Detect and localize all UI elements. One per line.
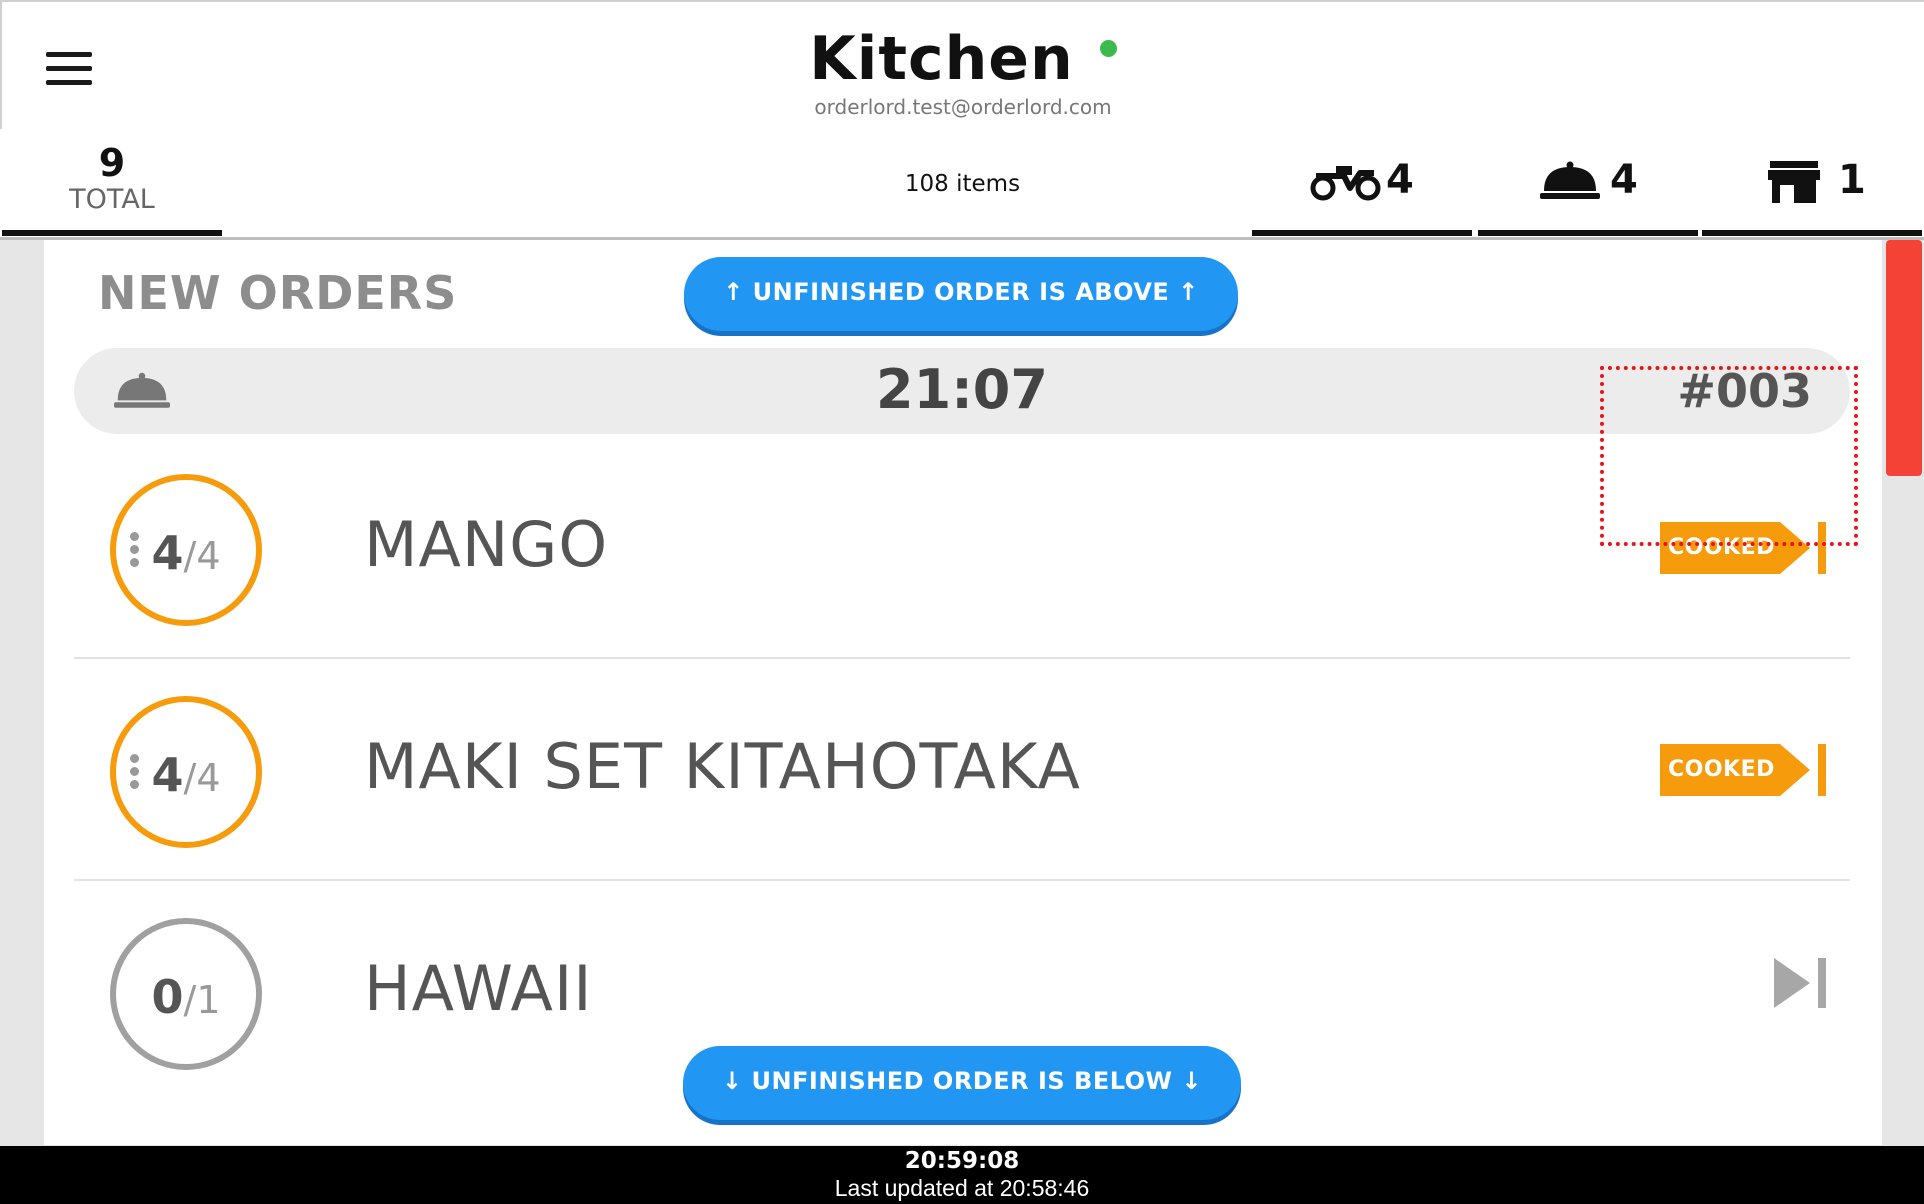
item-progress: 4/4 <box>116 748 256 802</box>
user-email: orderlord.test@orderlord.com <box>814 95 1112 119</box>
item-total-count: /4 <box>183 534 221 578</box>
storefront-icon <box>1768 161 1820 203</box>
items-count: 108 items <box>904 171 1021 197</box>
order-item-row: 4/4 MAKI SET KITAHOTAKA COOKED <box>74 658 1850 881</box>
top-app-bar: Kitchen orderlord.test@orderlord.com <box>0 0 1924 131</box>
order-header[interactable]: 21:07 #003 <box>74 348 1850 434</box>
delivery-count: 4 <box>1386 157 1414 203</box>
order-item-row: 4/4 MANGO COOKED <box>74 436 1850 659</box>
total-count: 9 <box>98 141 126 185</box>
item-name: MANGO <box>364 508 609 581</box>
item-total-count: /1 <box>183 978 221 1022</box>
scrollbar-thumb[interactable] <box>1886 240 1922 476</box>
cooked-button[interactable]: COOKED <box>1660 522 1828 574</box>
item-progress: 4/4 <box>116 526 256 580</box>
scooter-icon <box>1310 166 1381 201</box>
scroll-down-button[interactable]: ↓ UNFINISHED ORDER IS BELOW ↓ <box>683 1046 1241 1120</box>
total-label: TOTAL <box>69 184 155 215</box>
item-name: HAWAII <box>364 952 593 1025</box>
section-title: NEW ORDERS <box>98 266 458 320</box>
item-progress-ring[interactable]: 4/4 <box>110 696 262 848</box>
tab-takeaway[interactable]: 1 <box>1702 129 1922 236</box>
item-progress-ring[interactable]: 0/1 <box>110 918 262 1070</box>
cooked-bar <box>1818 522 1826 574</box>
item-total-count: /4 <box>183 756 221 800</box>
title-wrap: Kitchen <box>2 22 1924 96</box>
online-status-dot <box>1099 40 1117 57</box>
cooked-bar <box>1818 744 1826 796</box>
tab-dine-in[interactable]: 4 <box>1478 129 1698 236</box>
dish-cloche-icon <box>1540 161 1600 199</box>
cooked-label: COOKED <box>1668 757 1775 782</box>
scroll-up-button[interactable]: ↑ UNFINISHED ORDER IS ABOVE ↑ <box>684 257 1238 331</box>
item-done-count: 0 <box>151 970 184 1024</box>
cooked-button[interactable]: COOKED <box>1660 744 1828 796</box>
skip-forward-icon[interactable] <box>1774 956 1828 1010</box>
stats-bar: 9 TOTAL 108 items 4 4 1 <box>0 129 1924 240</box>
tab-delivery[interactable]: 4 <box>1252 129 1472 236</box>
item-name: MAKI SET KITAHOTAKA <box>364 730 1081 803</box>
dine-in-count: 4 <box>1610 157 1638 203</box>
cooked-label: COOKED <box>1668 535 1775 560</box>
current-time: 20:59:08 <box>904 1148 1020 1174</box>
order-time: 21:07 <box>876 358 1048 421</box>
page-title: Kitchen <box>809 24 1074 94</box>
order-number: #003 <box>1677 364 1812 418</box>
last-updated: Last updated at 20:58:46 <box>834 1175 1090 1201</box>
tab-total[interactable]: 9 TOTAL <box>2 129 222 236</box>
takeaway-count: 1 <box>1838 157 1866 203</box>
orders-card: NEW ORDERS ↑ UNFINISHED ORDER IS ABOVE ↑… <box>44 240 1882 1145</box>
item-done-count: 4 <box>151 748 184 802</box>
item-progress-ring[interactable]: 4/4 <box>110 474 262 626</box>
status-footer: 20:59:08 Last updated at 20:58:46 <box>0 1146 1924 1204</box>
item-done-count: 4 <box>151 526 184 580</box>
item-progress: 0/1 <box>116 970 256 1024</box>
